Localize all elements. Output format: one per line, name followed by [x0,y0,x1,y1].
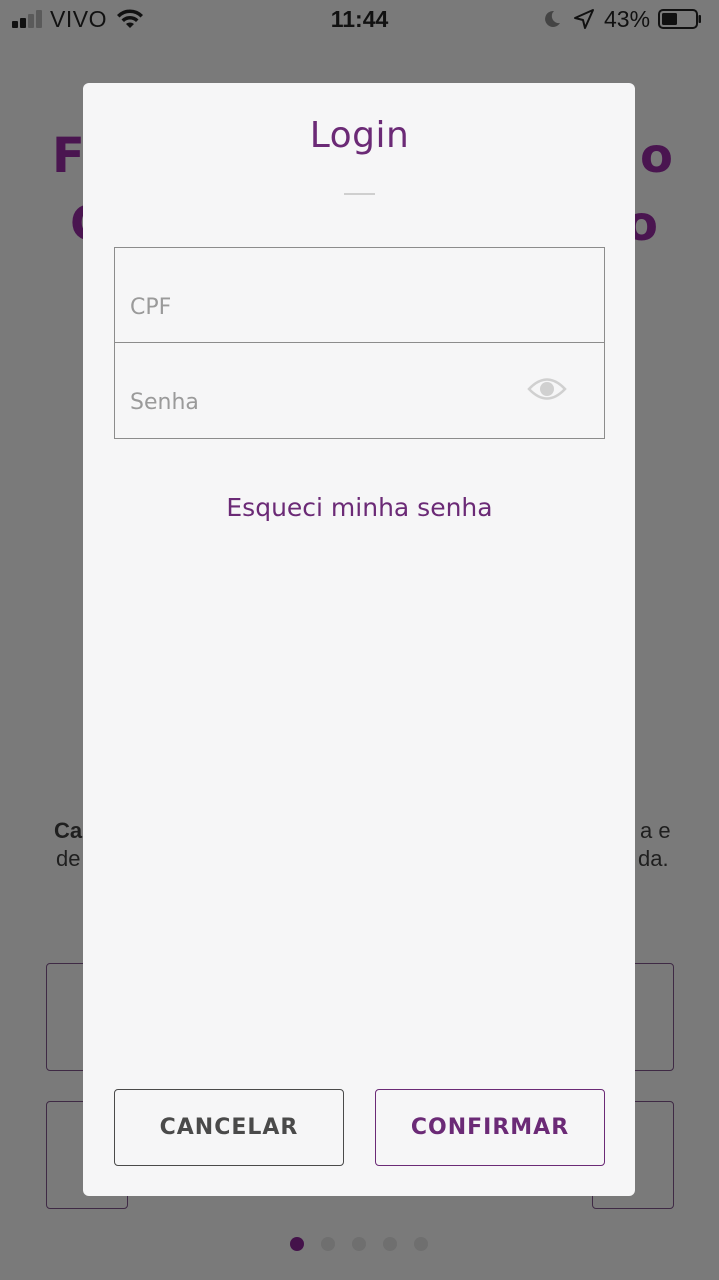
modal-title: Login [309,115,410,156]
moon-icon [545,10,560,27]
pagination-dots [290,1237,430,1253]
battery-percentage: 43% [604,6,651,32]
pagination-dot-active[interactable] [290,1237,304,1251]
pagination-dot[interactable] [414,1237,428,1251]
bg-body-line2-start: de [56,846,81,871]
battery-icon [658,9,701,29]
bg-body-line2-end: da. [638,846,669,871]
location-arrow-icon [574,9,594,29]
forgot-password-link[interactable]: Esqueci minha senha [0,493,719,522]
password-field[interactable] [115,343,604,438]
title-divider [344,193,375,195]
pagination-dot[interactable] [352,1237,366,1251]
eye-icon[interactable] [527,376,567,402]
status-bar: VIVO 11:44 43% [0,0,719,40]
confirm-button[interactable]: CONFIRMAR [375,1089,605,1166]
cpf-input[interactable] [130,292,510,322]
cpf-field[interactable] [115,248,604,343]
pagination-dot[interactable] [321,1237,335,1251]
bg-body-line1-end: a e [640,818,671,843]
password-input[interactable] [130,387,510,417]
cancel-button[interactable]: CANCELAR [114,1089,344,1166]
login-form [114,247,605,439]
bg-body-line1-start: Ca [54,818,83,843]
pagination-dot[interactable] [383,1237,397,1251]
